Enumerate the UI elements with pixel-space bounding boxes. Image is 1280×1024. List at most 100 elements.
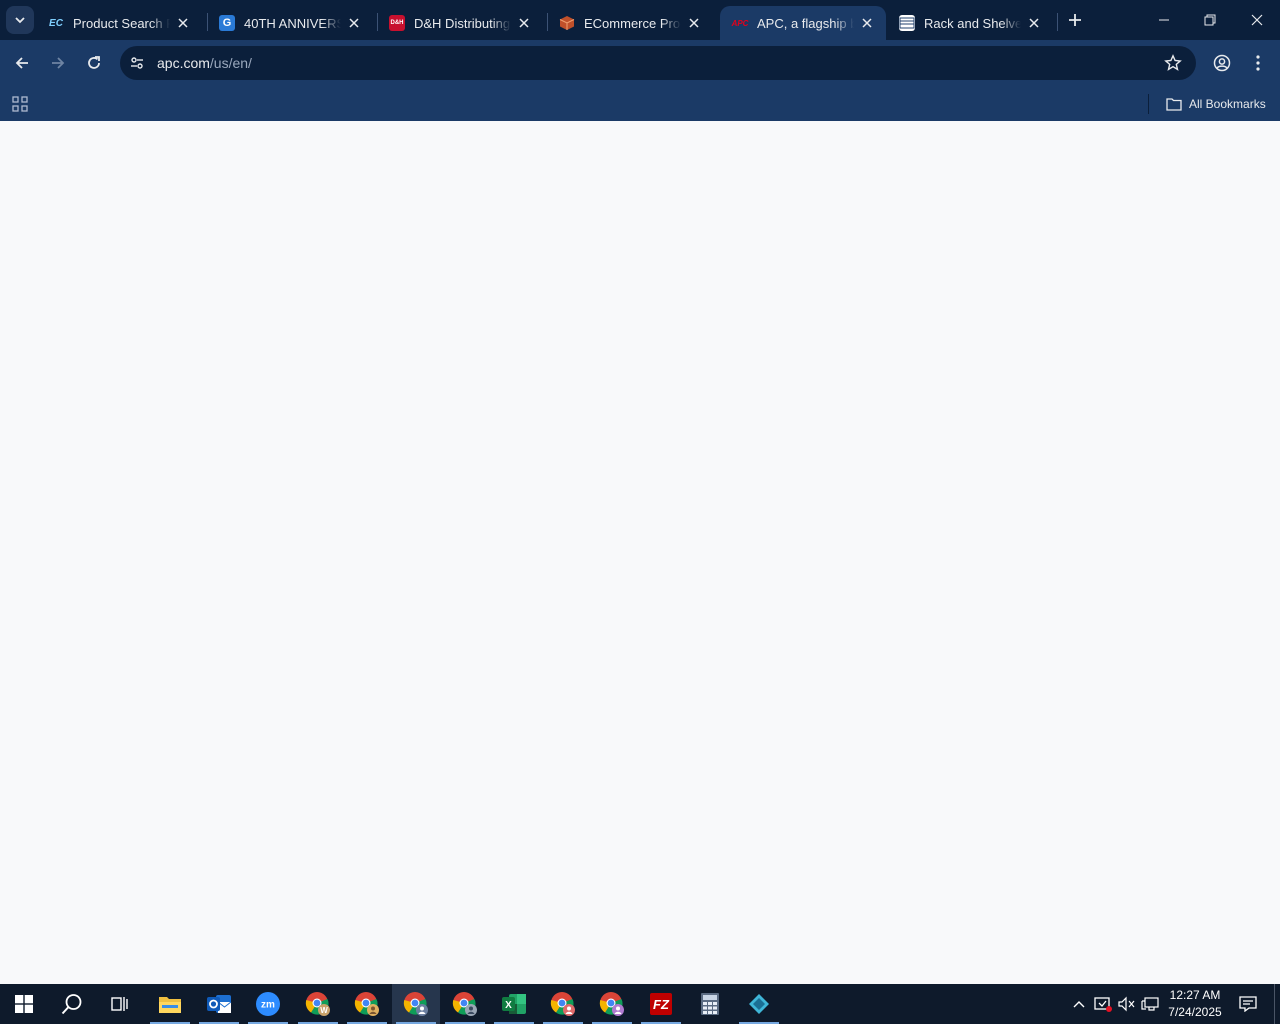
diamond-app-icon xyxy=(749,994,769,1014)
g-favicon-icon: G xyxy=(219,15,235,31)
url-host: apc.com xyxy=(157,55,210,71)
network-icon xyxy=(1141,997,1159,1011)
tab-title: Rack and Shelves | xyxy=(924,15,1021,31)
notification-icon xyxy=(1239,996,1257,1012)
close-tab-icon[interactable] xyxy=(345,14,363,32)
browser-toolbar: apc.com/us/en/ xyxy=(0,40,1280,86)
volume-muted-icon xyxy=(1118,996,1135,1012)
taskbar-chrome-profile-5[interactable] xyxy=(539,984,587,1024)
security-alert-icon xyxy=(1094,997,1112,1012)
task-view-button[interactable] xyxy=(96,984,144,1024)
box-favicon-icon xyxy=(559,15,575,31)
tab-40th-anniversary[interactable]: G 40TH ANNIVERSARY xyxy=(207,6,373,40)
browser-menu-button[interactable] xyxy=(1243,48,1273,78)
close-window-button[interactable] xyxy=(1234,0,1280,40)
restore-button[interactable] xyxy=(1187,0,1233,40)
show-desktop-button[interactable] xyxy=(1274,984,1280,1024)
plus-icon xyxy=(1069,14,1081,26)
tab-title: D&H Distributing xyxy=(414,15,511,31)
taskbar-filezilla[interactable]: FZ xyxy=(637,984,685,1024)
bookmarks-divider xyxy=(1148,94,1149,114)
taskbar-chrome-profile-2[interactable] xyxy=(343,984,391,1024)
chrome-icon xyxy=(599,992,624,1016)
close-tab-icon[interactable] xyxy=(515,14,533,32)
action-center-button[interactable] xyxy=(1234,984,1262,1024)
show-hidden-icons-button[interactable] xyxy=(1068,984,1090,1024)
tab-strip: EC Product Search Results G 40TH ANNIVER… xyxy=(0,0,1280,40)
tab-ecommerce-product[interactable]: ECommerce Product xyxy=(547,6,713,40)
tray-security-button[interactable] xyxy=(1092,984,1114,1024)
taskbar-excel[interactable]: X xyxy=(490,984,538,1024)
ec-favicon-icon: EC xyxy=(49,17,63,29)
taskbar-zoom[interactable]: zm xyxy=(244,984,292,1024)
address-bar[interactable]: apc.com/us/en/ xyxy=(120,46,1196,80)
chevron-up-icon xyxy=(1073,1001,1085,1008)
forward-button[interactable] xyxy=(43,48,73,78)
close-tab-icon[interactable] xyxy=(685,14,703,32)
close-tab-icon[interactable] xyxy=(1025,14,1043,32)
tab-apc[interactable]: APC APC, a flagship brand xyxy=(720,6,886,40)
close-tab-icon[interactable] xyxy=(174,14,192,32)
all-bookmarks-button[interactable]: All Bookmarks xyxy=(1162,91,1270,117)
clock-date: 7/24/2025 xyxy=(1168,1005,1222,1019)
file-explorer-icon xyxy=(159,997,181,1013)
close-tab-icon[interactable] xyxy=(858,14,876,32)
zoom-label: zm xyxy=(261,1000,275,1011)
minimize-button[interactable] xyxy=(1141,0,1187,40)
excel-letter: X xyxy=(505,1000,512,1011)
back-button[interactable] xyxy=(7,48,37,78)
network-button[interactable] xyxy=(1139,984,1161,1024)
task-view-icon xyxy=(111,997,128,1011)
taskbar-outlook[interactable] xyxy=(195,984,243,1024)
taskbar-file-explorer[interactable] xyxy=(146,984,194,1024)
tab-dh-distributing[interactable]: D&H D&H Distributing xyxy=(377,6,543,40)
reload-button[interactable] xyxy=(79,48,109,78)
volume-button[interactable] xyxy=(1115,984,1137,1024)
taskbar-diamond-app[interactable] xyxy=(735,984,783,1024)
reload-icon xyxy=(88,56,100,69)
start-button[interactable] xyxy=(0,984,48,1024)
all-bookmarks-label: All Bookmarks xyxy=(1189,97,1266,111)
taskbar-calculator[interactable] xyxy=(686,984,734,1024)
zoom-icon: zm xyxy=(256,992,280,1016)
tab-title: Product Search Results xyxy=(73,15,170,31)
url-path: /us/en/ xyxy=(209,55,252,71)
tab-search-button[interactable] xyxy=(6,6,34,34)
tune-icon xyxy=(131,57,143,69)
minimize-icon xyxy=(1159,19,1169,21)
taskbar-chrome-w[interactable]: W xyxy=(294,984,342,1024)
arrow-right-icon xyxy=(52,57,65,69)
tab-title: APC, a flagship brand xyxy=(757,15,854,31)
tab-product-search[interactable]: EC Product Search Results xyxy=(36,6,202,40)
chrome-icon xyxy=(403,992,428,1016)
chrome-w-badge: W xyxy=(320,1006,328,1015)
star-icon xyxy=(1164,54,1182,71)
profile-button[interactable] xyxy=(1207,48,1237,78)
outlook-icon xyxy=(207,995,232,1013)
chevron-down-icon xyxy=(15,17,25,24)
tab-separator xyxy=(1057,13,1058,31)
apps-button[interactable] xyxy=(8,92,32,116)
taskbar-chrome-profile-3[interactable] xyxy=(392,984,440,1024)
tab-rack-and-shelves[interactable]: Rack and Shelves | xyxy=(887,6,1053,40)
chrome-icon xyxy=(550,992,575,1016)
arrow-left-icon xyxy=(15,57,28,69)
windows-icon xyxy=(15,995,33,1013)
filezilla-icon: FZ xyxy=(650,993,672,1015)
taskbar-chrome-profile-4[interactable] xyxy=(441,984,489,1024)
new-tab-button[interactable] xyxy=(1063,8,1087,32)
taskbar-clock[interactable]: 12:27 AM 7/24/2025 xyxy=(1160,987,1230,1021)
bookmarks-bar: All Bookmarks xyxy=(0,86,1280,121)
clock-time: 12:27 AM xyxy=(1169,988,1221,1002)
rack-favicon-icon xyxy=(899,15,915,31)
windows-taskbar: zm W X FZ 12:27 AM 7/24/2025 xyxy=(0,984,1280,1024)
calculator-icon xyxy=(701,993,719,1015)
page-content[interactable] xyxy=(0,121,1280,984)
restore-icon xyxy=(1204,14,1216,26)
taskbar-search-button[interactable] xyxy=(48,984,96,1024)
bookmark-star-button[interactable] xyxy=(1162,52,1184,74)
filezilla-letters: FZ xyxy=(653,997,670,1012)
taskbar-chrome-profile-6[interactable] xyxy=(588,984,636,1024)
site-info-button[interactable] xyxy=(124,50,150,76)
chrome-icon xyxy=(354,992,379,1016)
